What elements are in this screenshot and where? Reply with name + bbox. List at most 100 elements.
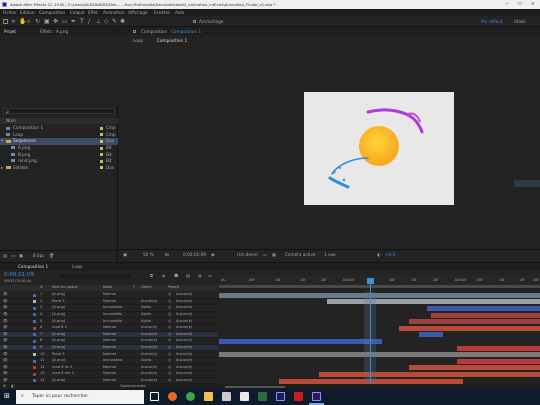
layer-duration-bar[interactable] [219,292,540,298]
toggle-switches-modes[interactable]: Options/modes [120,384,146,388]
shy-layers-icon[interactable]: ☻ [174,273,178,278]
layer-parent[interactable]: Aucun(e) [176,306,192,310]
minimize-button[interactable]: — [505,1,509,6]
rotate-tool-icon[interactable]: ↻ [35,19,40,25]
views-dropdown[interactable]: 1 vue [324,252,336,257]
puppet-tool-icon[interactable]: ✱ [120,19,125,25]
playhead-handle[interactable] [367,278,374,284]
zoom-tool-icon[interactable]: ⌕ [27,19,30,25]
timeline-layer-row[interactable]: 👁 6 rond 8 2 Normal Aucun(e) ◎ Aucun(e) [0,325,218,332]
layer-duration-bar[interactable] [399,325,540,331]
mail-icon[interactable] [240,392,249,401]
layer-cache[interactable]: Alpha [141,306,151,310]
menu-help[interactable]: Aide [175,10,184,15]
timeline-layer-row[interactable]: 👁 12 rond 8 lis 3 Normal Aucun(e) ◎ Aucun(e) [0,365,218,372]
layer-parent[interactable]: Aucun(e) [176,332,192,337]
layer-mode[interactable]: Normal [103,365,116,370]
bit-depth-label[interactable]: 8 bpc [33,253,45,258]
file-explorer-icon[interactable] [204,392,213,401]
layer-parent[interactable]: Aucun(e) [176,345,192,350]
layer-cache[interactable]: Aucun(e) [141,299,157,304]
exposure-icon[interactable]: ◐ [377,252,381,257]
maximize-button[interactable]: ☐ [518,1,522,6]
firefox-icon[interactable] [168,392,177,401]
menu-animation[interactable]: Animation [103,10,124,15]
timeline-layer-row[interactable]: 👁 5 [A.png] Incrustatio Alpha ◎ Aucun(e) [0,318,218,325]
timeline-layer-row[interactable]: 👁 2 Rond 3 Normal Aucun(e) ◎ Aucun(e) [0,299,218,306]
resolution-dropdown[interactable]: (Un demi) [237,252,258,257]
layer-mode[interactable]: Incrustatio [103,319,122,324]
layer-parent[interactable]: Aucun(e) [176,326,192,330]
layer-mode[interactable]: Normal [103,339,116,343]
composition-tab-label[interactable]: Composition [141,29,167,34]
subtab-loop[interactable]: Loop [133,38,143,43]
workspace-standard[interactable]: Utiwil [514,19,526,24]
layer-duration-bar[interactable] [409,319,540,325]
layer-cache[interactable]: Alpha [141,319,151,324]
close-button[interactable]: ✕ [531,1,535,6]
name-column-header[interactable]: Nom [6,118,16,123]
acrobat-icon[interactable] [294,392,303,401]
camera-tool-icon[interactable]: ▣ [44,19,50,25]
subtab-composition[interactable]: Composition 1 [157,38,187,43]
list-item[interactable]: rond.png Bit [0,158,118,165]
brush-tool-icon[interactable]: / [88,19,90,25]
list-item[interactable]: ▾ Sequences Dos [0,138,118,145]
timeline-layer-row[interactable]: 👁 4 [A.png] Incrustatio Alpha ◎ Aucun(e) [0,312,218,319]
menu-view[interactable]: Affichage [128,10,148,15]
layer-mode[interactable]: Normal [103,326,116,330]
layer-duration-bar[interactable] [457,345,540,351]
always-preview-icon[interactable]: ▣ [123,252,127,257]
menu-effect[interactable]: Effet [88,10,98,15]
motion-blur-icon[interactable]: ◍ [198,273,202,278]
app-icon[interactable] [258,392,267,401]
premiere-icon[interactable] [276,392,285,401]
layer-mode[interactable]: Normal [103,352,116,357]
layer-cache[interactable]: Aucun(e) [141,345,157,350]
region-icon[interactable]: ▭ [263,252,267,257]
layer-parent[interactable]: Aucun(e) [176,378,192,383]
transparency-icon[interactable]: ▦ [272,252,276,257]
layer-duration-bar[interactable] [409,365,540,371]
store-icon[interactable] [222,392,231,401]
comp-flowchart-icon[interactable]: ⧉ [150,273,153,278]
timeline-layer-row[interactable]: 👁 3 [A.png] Incrustatio Alpha ◎ Aucun(e) [0,305,218,312]
layer-mode[interactable]: Normal [103,345,116,350]
layer-duration-bar[interactable] [219,352,540,358]
after-effects-icon[interactable] [312,392,321,401]
timeline-layer-row[interactable]: 👁 1 [A.png] Normal ◎ Aucun(e) [0,292,218,299]
layer-cache[interactable]: Alpha [141,312,151,317]
menu-composition[interactable]: Composition [39,10,65,15]
timeline-layer-row[interactable]: 👁 13 rond 8 ext 3 Normal Aucun(e) ◎ Aucun(e) [0,371,218,378]
pan-behind-tool-icon[interactable]: ✥ [53,19,58,25]
layer-mode[interactable]: Incrustatio [103,359,122,363]
list-item[interactable]: B.png Bit [0,151,118,158]
layer-parent[interactable]: Aucun(e) [176,359,192,363]
layer-cache[interactable]: Aucun(e) [141,332,157,337]
zoom-dropdown[interactable]: 50 % [143,252,154,257]
list-item[interactable]: A.png Bit [0,145,118,152]
graph-editor-icon[interactable]: ▭ [208,273,212,278]
pen-tool-icon[interactable]: ✒ [71,19,76,25]
layer-duration-bar[interactable] [219,339,382,344]
timeline-search[interactable] [60,274,130,279]
layer-duration-bar[interactable] [327,299,540,305]
snap-checkbox[interactable] [193,20,196,23]
layer-mode[interactable]: Incrustatio [103,312,122,317]
col-layer-name[interactable]: Nom du calque [52,285,78,289]
type-tool-icon[interactable]: T [80,19,84,25]
stamp-tool-icon[interactable]: ⊥ [96,19,101,25]
layer-cache[interactable]: Aucun(e) [141,372,157,376]
layer-duration-bar[interactable] [419,332,443,338]
snapshot-icon[interactable]: ◉ [211,252,215,257]
layer-mode[interactable]: Incrustatio [103,306,122,310]
layer-cache[interactable]: Aucun(e) [141,352,157,357]
layer-mode[interactable]: Normal [103,332,116,337]
rectangle-tool-icon[interactable]: ▭ [62,19,68,25]
effects-tab[interactable]: Effets : A.png [40,29,68,34]
new-comp-icon[interactable]: ▣ [19,253,23,258]
layer-parent[interactable]: Aucun(e) [176,372,192,376]
layer-parent[interactable]: Aucun(e) [176,352,192,357]
timeline-layer-row[interactable]: 👁 10 Rond 3 Normal Aucun(e) ◎ Aucun(e) [0,351,218,358]
home-icon[interactable] [3,19,8,24]
